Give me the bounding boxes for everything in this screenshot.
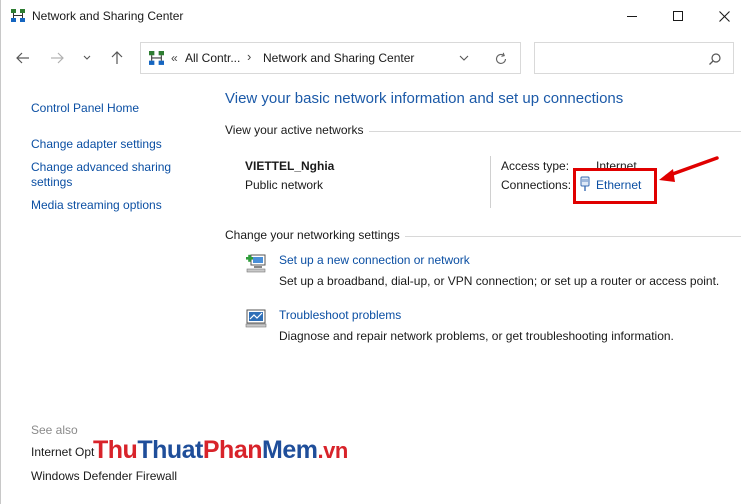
network-category-link[interactable]: Public network — [245, 178, 323, 192]
network-app-icon — [11, 9, 25, 22]
connections-label: Connections: — [501, 178, 572, 192]
breadcrumb-separator[interactable]: › — [247, 49, 251, 64]
network-name: VIETTEL_Nghia — [245, 159, 335, 173]
address-dropdown-icon[interactable] — [457, 51, 471, 65]
network-divider — [490, 156, 491, 208]
minimize-icon — [627, 15, 637, 17]
address-bar[interactable]: « All Contr... › Network and Sharing Cen… — [140, 42, 521, 74]
red-arrow-annotation — [659, 156, 719, 182]
highlight-box — [573, 168, 657, 204]
watermark-logo: ThuThuatPhanMem.vn — [93, 436, 348, 465]
section-divider — [405, 236, 741, 237]
forward-button[interactable] — [45, 48, 69, 68]
search-box[interactable] — [534, 42, 734, 74]
windows-defender-firewall-link[interactable]: Windows Defender Firewall — [31, 469, 177, 484]
change-advanced-sharing-link-line2[interactable]: settings — [31, 175, 72, 190]
page-title: View your basic network information and … — [225, 90, 624, 107]
see-also-heading: See also — [31, 423, 78, 437]
setup-new-connection-link[interactable]: Set up a new connection or network — [279, 253, 470, 267]
media-streaming-options-link[interactable]: Media streaming options — [31, 198, 162, 213]
network-location-icon — [149, 51, 164, 65]
breadcrumb-all-control-panel[interactable]: All Contr... — [185, 51, 240, 65]
up-button[interactable] — [105, 48, 129, 68]
close-icon — [718, 10, 730, 22]
search-icon — [709, 53, 721, 65]
address-overflow-chevron[interactable]: « — [171, 51, 178, 65]
arrow-left-icon — [16, 52, 29, 64]
change-settings-heading: Change your networking settings — [225, 228, 400, 242]
watermark-part: Thu — [93, 436, 138, 464]
minimize-button[interactable] — [609, 0, 655, 32]
window-title: Network and Sharing Center — [32, 9, 184, 23]
watermark-part: .vn — [317, 438, 348, 463]
watermark-part: Phan — [202, 436, 263, 464]
navigation-bar: « All Contr... › Network and Sharing Cen… — [1, 32, 747, 84]
setup-new-connection-description: Set up a broadband, dial-up, or VPN conn… — [279, 274, 720, 288]
internet-options-link[interactable]: Internet Opt — [31, 445, 94, 460]
change-advanced-sharing-link[interactable]: Change advanced sharing — [31, 160, 171, 175]
network-sharing-center-window: Network and Sharing Center « All Contr..… — [0, 0, 747, 504]
breadcrumb-network-sharing-center[interactable]: Network and Sharing Center — [263, 51, 414, 65]
change-adapter-settings-link[interactable]: Change adapter settings — [31, 137, 162, 152]
access-type-label: Access type: — [501, 159, 570, 173]
troubleshoot-problems-description: Diagnose and repair network problems, or… — [279, 329, 674, 343]
arrow-up-icon — [111, 51, 123, 64]
section-divider — [369, 131, 741, 132]
watermark-part: Mem — [262, 436, 318, 464]
back-button[interactable] — [11, 48, 35, 68]
title-bar: Network and Sharing Center — [1, 0, 747, 32]
troubleshoot-icon[interactable] — [245, 307, 267, 329]
new-connection-icon[interactable] — [245, 252, 267, 274]
arrow-right-icon — [51, 52, 64, 64]
search-input[interactable] — [541, 49, 701, 67]
close-button[interactable] — [701, 0, 747, 32]
watermark-part: Thuat — [137, 436, 203, 464]
maximize-button[interactable] — [655, 0, 701, 32]
control-panel-home-link[interactable]: Control Panel Home — [31, 101, 139, 116]
recent-locations-button[interactable] — [77, 48, 97, 68]
maximize-icon — [673, 11, 683, 21]
active-networks-heading: View your active networks — [225, 123, 364, 137]
troubleshoot-problems-link[interactable]: Troubleshoot problems — [279, 308, 401, 322]
refresh-icon[interactable] — [493, 51, 509, 67]
chevron-down-icon — [83, 55, 91, 60]
